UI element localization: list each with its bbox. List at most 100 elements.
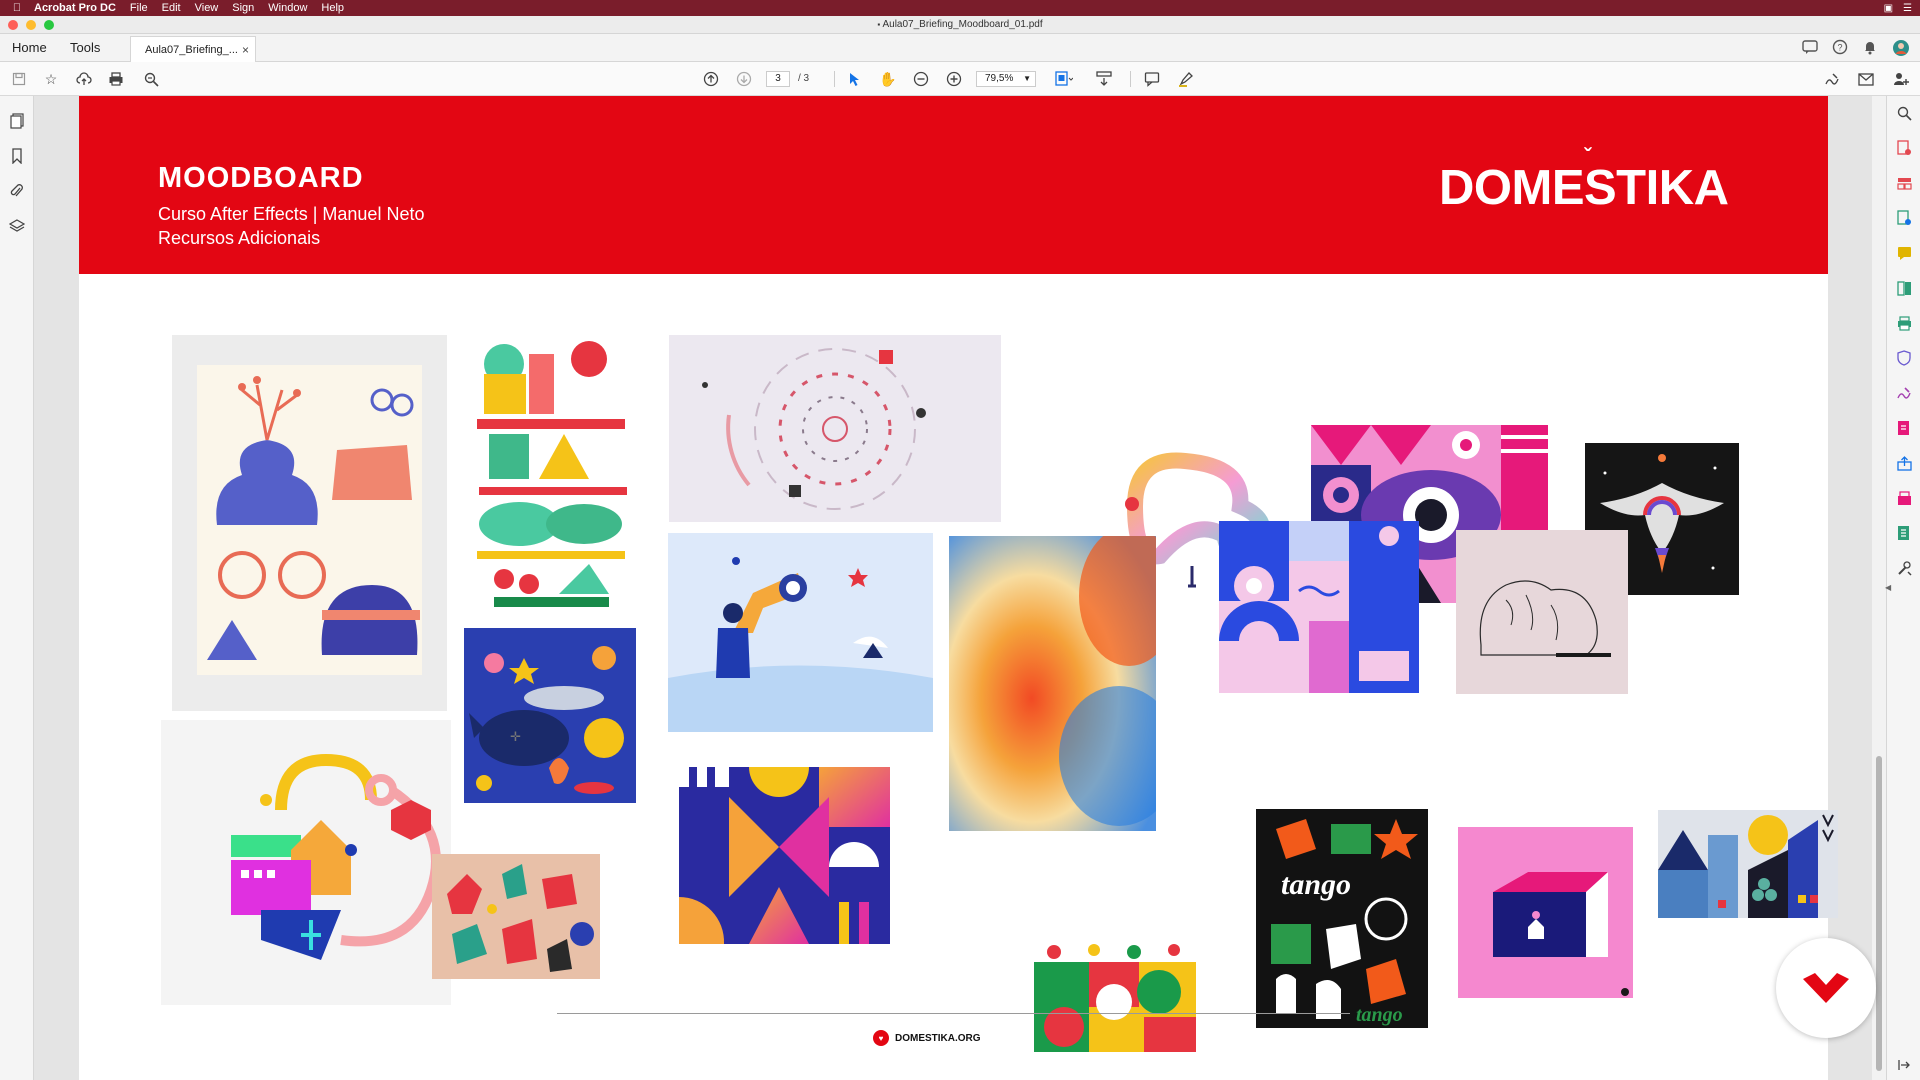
collapse-right-panel-icon[interactable]: ◀ [1885,583,1891,592]
zoom-level-dropdown[interactable]: 79,5% ▼ [976,71,1036,87]
edit-pdf-icon[interactable] [1895,419,1913,437]
domestika-floating-button[interactable] [1776,938,1876,1038]
document-viewport[interactable]: MOODBOARD Curso After Effects | Manuel N… [34,96,1886,1080]
vertical-scrollbar[interactable] [1872,96,1886,1080]
scroll-mode-icon[interactable] [1095,70,1113,88]
menu-edit[interactable]: Edit [162,2,181,14]
pages-icon[interactable] [8,112,26,130]
email-icon[interactable] [1857,70,1875,88]
layers-icon[interactable] [8,217,26,235]
toolbar-separator [834,71,835,87]
menu-window[interactable]: Window [268,2,307,14]
artwork-blue-pink-shapes [1219,521,1419,693]
svg-text:?: ? [1837,43,1842,53]
upload-cloud-icon[interactable] [75,70,93,88]
artwork-city-blocks [1658,810,1838,918]
artwork-tango-stickers: tango tango [1256,809,1428,1028]
header-subtitle-resources: Recursos Adicionais [158,228,321,248]
menu-view[interactable]: View [195,2,219,14]
fill-sign-icon[interactable] [1895,384,1913,402]
organize-pages-icon[interactable] [1895,174,1913,192]
svg-text:tango: tango [1281,868,1351,901]
zoom-in-icon[interactable] [945,70,963,88]
search-tool-icon[interactable] [1895,104,1913,122]
artwork-vase-still-life [172,335,447,711]
artwork-line-hands [1456,530,1628,694]
page-display-icon[interactable] [1055,70,1073,88]
tab-home[interactable]: Home [12,40,47,55]
save-icon[interactable] [10,70,28,88]
chevron-down-icon: ▼ [1023,74,1031,83]
logo-accent-icon: ˇ [1584,144,1591,169]
notification-bell-icon[interactable] [1862,39,1878,55]
artwork-food-stack [469,339,632,609]
control-center-icon[interactable]: ☰ [1903,3,1912,14]
print-icon[interactable] [107,70,125,88]
close-tab-icon[interactable]: × [242,43,249,57]
create-pdf-icon[interactable] [1895,209,1913,227]
zoom-search-icon[interactable] [142,70,160,88]
toolbar-separator [1130,71,1131,87]
more-tools-icon[interactable] [1895,559,1913,577]
previous-page-icon[interactable] [702,70,720,88]
menu-app-name[interactable]: Acrobat Pro DC [34,2,116,14]
menu-help[interactable]: Help [321,2,344,14]
moodboard-header: MOODBOARD Curso After Effects | Manuel N… [79,96,1828,274]
help-icon[interactable]: ? [1832,39,1848,55]
artwork-orbit-spiral [669,335,1001,522]
bookmark-icon[interactable] [8,147,26,165]
domestika-badge-icon: ♥ [873,1030,889,1046]
comment-icon[interactable] [1895,244,1913,262]
apple-icon[interactable]:  [0,2,34,14]
right-tools-panel: ◀ [1885,96,1920,1080]
tab-tools[interactable]: Tools [70,40,100,55]
domestika-logo: DOMESTIKA ˇ [1439,144,1729,215]
footer-url[interactable]: DOMESTIKA.ORG [895,1033,981,1044]
print-production-icon[interactable] [1895,314,1913,332]
protect-icon[interactable] [1895,349,1913,367]
tab-row-actions: ? [1802,39,1910,57]
menubar-status-icons: ▣ ☰ [1884,0,1912,16]
artwork-sea-creatures [464,628,636,803]
menu-sign[interactable]: Sign [232,2,254,14]
artwork-geometric-gradient [679,767,890,944]
comment-tool-icon[interactable] [1143,70,1161,88]
page-total: / 3 [798,73,810,84]
next-page-icon[interactable] [735,70,753,88]
export-pdf-icon[interactable] [1895,139,1913,157]
page-number-input[interactable]: 3 [766,71,790,87]
header-subtitle-course: Curso After Effects | Manuel Neto [158,204,425,224]
select-cursor-icon[interactable] [846,70,864,88]
domestika-heart-icon [1803,973,1849,1003]
fill-sign-toolbar-icon[interactable] [1823,70,1841,88]
tab-document-label: Aula07_Briefing_... [145,44,238,56]
user-avatar-icon[interactable] [1892,39,1910,57]
main-toolbar: ☆ 3 / 3 ✋ 79,5% ▼ [0,62,1920,96]
add-user-icon[interactable] [1892,70,1910,88]
hand-tool-icon[interactable]: ✋ [879,70,897,88]
screen-share-icon[interactable]: ▣ [1884,3,1893,14]
crosshair-cursor-icon: ✛ [510,729,521,744]
pdf-file-icon: ▪ [877,20,881,29]
attachment-icon[interactable] [8,182,26,200]
hide-panel-icon[interactable] [1895,1056,1913,1074]
window-titlebar: ▪ Aula07_Briefing_Moodboard_01.pdf [0,16,1920,34]
chat-icon[interactable] [1802,39,1818,55]
bookmark-star-icon[interactable]: ☆ [42,70,60,88]
highlight-pen-icon[interactable] [1177,70,1195,88]
menu-file[interactable]: File [130,2,148,14]
page-footer: ♥ DOMESTIKA.ORG [873,1030,981,1046]
artwork-loop-house [161,720,451,1005]
action-wizard-icon[interactable] [1895,524,1913,542]
svg-text:tango: tango [1356,1004,1403,1026]
scrollbar-thumb[interactable] [1876,756,1882,1071]
page-title: MOODBOARD [158,162,364,194]
combine-icon[interactable] [1895,279,1913,297]
send-icon[interactable] [1895,454,1913,472]
scan-icon[interactable] [1895,489,1913,507]
tab-document[interactable]: Aula07_Briefing_... × [130,36,256,62]
zoom-out-icon[interactable] [912,70,930,88]
tab-row: Home Tools Aula07_Briefing_... × ? [0,34,1920,62]
macos-menubar:  Acrobat Pro DC File Edit View Sign Win… [0,0,1920,16]
artwork-telescope-figure [668,533,933,732]
